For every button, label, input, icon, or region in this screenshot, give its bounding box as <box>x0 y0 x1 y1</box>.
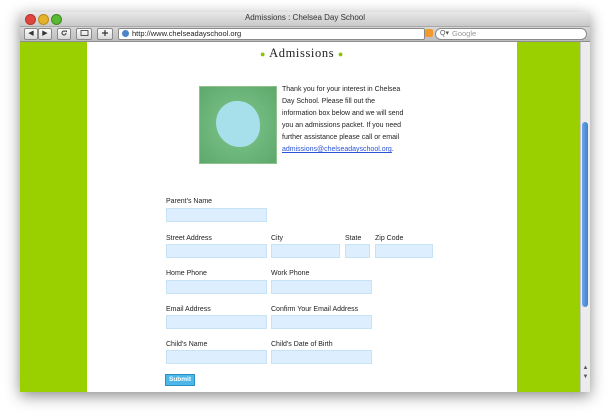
address-bar[interactable]: http://www.chelseadayschool.org <box>118 28 425 40</box>
browser-toolbar: ◀ ▶ http://www.chelseadayschool.org Q▾ G… <box>20 27 590 42</box>
confirm-email-label: Confirm Your Email Address <box>271 306 359 313</box>
browser-window: Admissions : Chelsea Day School ◀ ▶ http… <box>20 12 590 392</box>
bullet-icon: ● <box>260 49 267 60</box>
childs-name-input[interactable] <box>166 350 267 364</box>
childs-dob-input[interactable] <box>271 350 372 364</box>
admissions-photo <box>199 86 277 164</box>
city-input[interactable] <box>271 244 340 258</box>
city-label: City <box>271 235 284 242</box>
zip-code-label: Zip Code <box>375 235 404 242</box>
reload-icon <box>61 30 67 36</box>
childs-name-label: Child's Name <box>166 341 208 348</box>
address-url: http://www.chelseadayschool.org <box>132 29 242 38</box>
snapback-icon <box>80 30 88 36</box>
intro-text: Thank you for your interest in Chelsea D… <box>282 86 404 153</box>
street-address-label: Street Address <box>166 235 212 242</box>
search-placeholder: Google <box>452 29 477 38</box>
snapback-button[interactable] <box>76 28 92 40</box>
rss-icon[interactable] <box>425 29 433 37</box>
scroll-down-arrow-icon[interactable]: ▼ <box>582 374 589 381</box>
plus-icon <box>102 30 108 36</box>
street-address-input[interactable] <box>166 244 267 258</box>
childs-dob-label: Child's Date of Birth <box>271 341 333 348</box>
title-bar: Admissions : Chelsea Day School <box>20 12 590 27</box>
reload-button[interactable] <box>57 28 71 40</box>
submit-button[interactable]: Submit <box>165 374 195 386</box>
window-title: Admissions : Chelsea Day School <box>244 13 366 22</box>
globe-icon <box>122 30 129 37</box>
parents-name-label: Parent's Name <box>166 198 213 205</box>
home-phone-input[interactable] <box>166 280 267 294</box>
bullet-icon: ● <box>337 49 344 60</box>
zip-code-input[interactable] <box>375 244 433 258</box>
email-link[interactable]: admissions@chelseadayschool.org <box>282 146 392 153</box>
email-label: Email Address <box>166 306 211 313</box>
add-bookmark-button[interactable] <box>97 28 113 40</box>
email-input[interactable] <box>166 315 267 329</box>
work-phone-input[interactable] <box>271 280 372 294</box>
home-phone-label: Home Phone <box>166 270 207 277</box>
confirm-email-input[interactable] <box>271 315 372 329</box>
state-label: State <box>345 235 362 242</box>
page-viewport: ● Admissions ● Thank you for your intere… <box>20 42 590 392</box>
parents-name-input[interactable] <box>166 208 267 222</box>
forward-button[interactable]: ▶ <box>38 28 52 40</box>
page-content: ● Admissions ● Thank you for your intere… <box>87 42 517 392</box>
vertical-scrollbar[interactable]: ▲ ▼ <box>580 42 590 392</box>
back-button[interactable]: ◀ <box>24 28 38 40</box>
page-heading: ● Admissions ● <box>87 46 517 61</box>
work-phone-label: Work Phone <box>271 270 310 277</box>
scroll-up-arrow-icon[interactable]: ▲ <box>582 365 589 372</box>
search-icon: Q▾ <box>440 30 449 37</box>
scrollbar-thumb[interactable] <box>582 122 588 307</box>
state-input[interactable] <box>345 244 370 258</box>
page-title: Admissions <box>269 46 335 60</box>
search-field[interactable]: Q▾ Google <box>435 28 587 40</box>
